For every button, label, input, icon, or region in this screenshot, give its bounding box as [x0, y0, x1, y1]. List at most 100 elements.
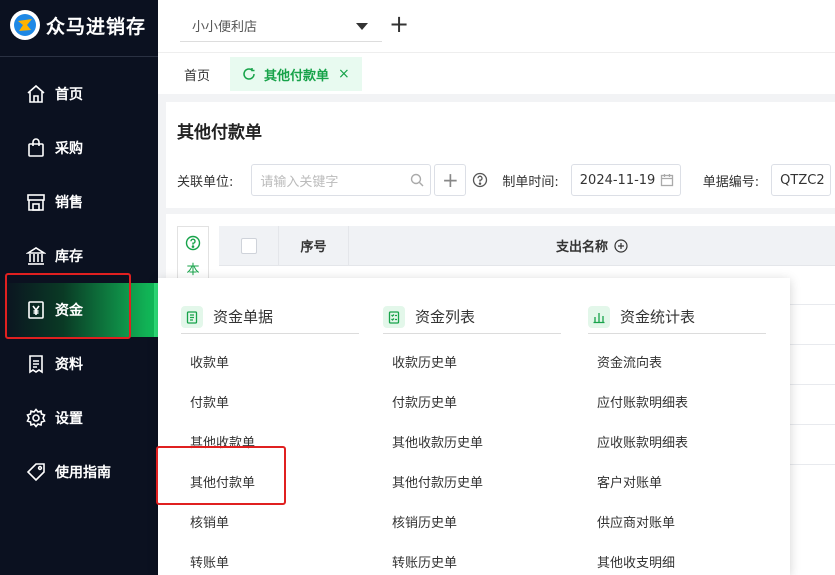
menu-column-header: 资金统计表 — [588, 300, 766, 334]
side-help-panel[interactable]: 本 — [177, 226, 209, 286]
menu-item-label: 其他付款单 — [190, 475, 256, 491]
menu-item-label: 其他付款历史单 — [392, 475, 484, 491]
sidebar-item-label: 销售 — [55, 195, 83, 211]
menu-item-label: 资金流向表 — [597, 355, 663, 371]
menu-item-label: 供应商对账单 — [597, 515, 676, 531]
menu-item-receipt[interactable]: 收款单 — [181, 341, 359, 381]
document-icon — [26, 354, 46, 374]
menu-item-payment-history[interactable]: 付款历史单 — [383, 381, 561, 421]
close-icon[interactable]: × — [338, 66, 350, 82]
select-all-checkbox[interactable] — [240, 237, 257, 254]
menu-item-fund-flow[interactable]: 资金流向表 — [588, 341, 766, 381]
sidebar-item-label: 采购 — [55, 141, 83, 157]
add-column-icon[interactable] — [614, 238, 628, 253]
menu-item-label: 付款单 — [190, 395, 230, 411]
sidebar-item-inventory[interactable]: 库存 — [0, 229, 158, 283]
menu-column-title: 资金单据 — [213, 308, 274, 326]
menu-item-customer-statement[interactable]: 客户对账单 — [588, 461, 766, 501]
sidebar-item-sales[interactable]: 销售 — [0, 175, 158, 229]
menu-item-label: 其他收款单 — [190, 435, 256, 451]
menu-column-header: 资金列表 — [383, 300, 561, 334]
select-all-cell — [219, 226, 279, 265]
sidebar-item-purchase[interactable]: 采购 — [0, 121, 158, 175]
gear-icon — [26, 408, 46, 428]
sidebar-item-label: 资金 — [55, 303, 83, 319]
add-unit-button[interactable]: + — [434, 164, 467, 196]
store-icon — [26, 192, 46, 212]
sidebar-item-data[interactable]: 资料 — [0, 337, 158, 391]
tab-bar: 首页 其他付款单 × — [158, 52, 835, 94]
menu-column-fund-statistics: 资金统计表 资金流向表 应付账款明细表 应收账款明细表 客户对账单 供应商对账单… — [588, 300, 766, 575]
docno-label: 单据编号: — [702, 174, 760, 190]
clipboard-icon — [181, 305, 203, 328]
menu-item-other-receipt-history[interactable]: 其他收款历史单 — [383, 421, 561, 461]
sidebar-item-label: 首页 — [55, 87, 83, 103]
menu-item-other-payment-history[interactable]: 其他付款历史单 — [383, 461, 561, 501]
sidebar-item-label: 资料 — [55, 357, 83, 373]
menu-item-label: 付款历史单 — [392, 395, 458, 411]
menu-item-receivables-detail[interactable]: 应收账款明细表 — [588, 421, 766, 461]
store-select[interactable]: 小小便利店 — [180, 10, 382, 42]
tab-home[interactable]: 首页 — [184, 57, 210, 91]
tab-label: 首页 — [184, 68, 211, 84]
sidebar-item-label: 设置 — [55, 411, 83, 427]
menu-column-header: 资金单据 — [181, 300, 359, 334]
menu-item-label: 客户对账单 — [597, 475, 663, 491]
sidebar-item-guide[interactable]: 使用指南 — [0, 445, 158, 499]
sidebar-item-home[interactable]: 首页 — [0, 67, 158, 121]
home-icon — [26, 84, 46, 104]
menu-item-label: 转账单 — [190, 555, 230, 571]
menu-column-title: 资金统计表 — [620, 308, 696, 326]
unit-search-input[interactable]: 请输入关键字 — [251, 164, 432, 196]
menu-item-label: 收款历史单 — [392, 355, 458, 371]
refresh-icon — [242, 67, 256, 81]
help-icon[interactable] — [472, 172, 488, 188]
docno-value: QTZC2 — [780, 172, 825, 188]
app-name: 众马进销存 — [46, 15, 147, 38]
column-header-label: 序号 — [300, 240, 327, 255]
menu-item-other-payment[interactable]: 其他付款单 — [181, 461, 359, 501]
filter-bar: 关联单位: 请输入关键字 + 制单时间: 2024-11-19 单据编号: QT… — [177, 164, 832, 196]
warehouse-icon — [26, 246, 46, 266]
menu-item-label: 转账历史单 — [392, 555, 458, 571]
search-icon — [410, 173, 424, 187]
menu-item-other-income-expense[interactable]: 其他收支明细 — [588, 541, 766, 575]
yen-icon — [26, 300, 46, 320]
menu-item-label: 应收账款明细表 — [597, 435, 689, 451]
sidebar-item-settings[interactable]: 设置 — [0, 391, 158, 445]
sidebar-item-funds[interactable]: 资金 — [0, 283, 158, 337]
tab-label: 其他付款单 — [264, 68, 330, 84]
menu-item-writeoff-history[interactable]: 核销历史单 — [383, 501, 561, 541]
menu-item-receipt-history[interactable]: 收款历史单 — [383, 341, 561, 381]
menu-item-label: 应付账款明细表 — [597, 395, 689, 411]
menu-item-transfer-history[interactable]: 转账历史单 — [383, 541, 561, 575]
menu-item-transfer[interactable]: 转账单 — [181, 541, 359, 575]
sidebar-item-label: 使用指南 — [55, 465, 111, 481]
menu-item-payables-detail[interactable]: 应付账款明细表 — [588, 381, 766, 421]
date-value: 2024-11-19 — [579, 172, 656, 188]
column-header-expense-name: 支出名称 — [349, 226, 835, 265]
sidebar: 众马进销存 首页 采购 销售 库存 资金 资料 设置 使用指南 — [0, 0, 158, 575]
menu-item-other-receipt[interactable]: 其他收款单 — [181, 421, 359, 461]
column-header-label: 支出名称 — [555, 240, 608, 255]
date-label: 制单时间: — [502, 174, 559, 190]
menu-item-writeoff[interactable]: 核销单 — [181, 501, 359, 541]
app-logo[interactable]: 众马进销存 — [0, 0, 158, 50]
funds-dropdown-menu: 资金单据 收款单 付款单 其他收款单 其他付款单 核销单 转账单 资金列表 收款… — [158, 278, 790, 575]
logo-icon — [10, 10, 40, 40]
menu-item-label: 其他收支明细 — [597, 555, 676, 571]
tab-other-payment[interactable]: 其他付款单 × — [230, 57, 362, 91]
menu-item-supplier-statement[interactable]: 供应商对账单 — [588, 501, 766, 541]
help-circle-icon — [185, 235, 201, 255]
date-input[interactable]: 2024-11-19 — [570, 164, 681, 196]
docno-input[interactable]: QTZC2 — [771, 164, 832, 196]
menu-item-label: 核销单 — [190, 515, 230, 531]
checklist-icon — [383, 305, 405, 328]
sidebar-item-label: 库存 — [55, 249, 83, 265]
shopping-bag-icon — [26, 138, 46, 158]
menu-column-fund-lists: 资金列表 收款历史单 付款历史单 其他收款历史单 其他付款历史单 核销历史单 转… — [383, 300, 561, 575]
add-store-button[interactable]: + — [389, 12, 409, 36]
column-header-seq: 序号 — [279, 226, 349, 265]
menu-item-payment[interactable]: 付款单 — [181, 381, 359, 421]
menu-item-label: 其他收款历史单 — [392, 435, 484, 451]
